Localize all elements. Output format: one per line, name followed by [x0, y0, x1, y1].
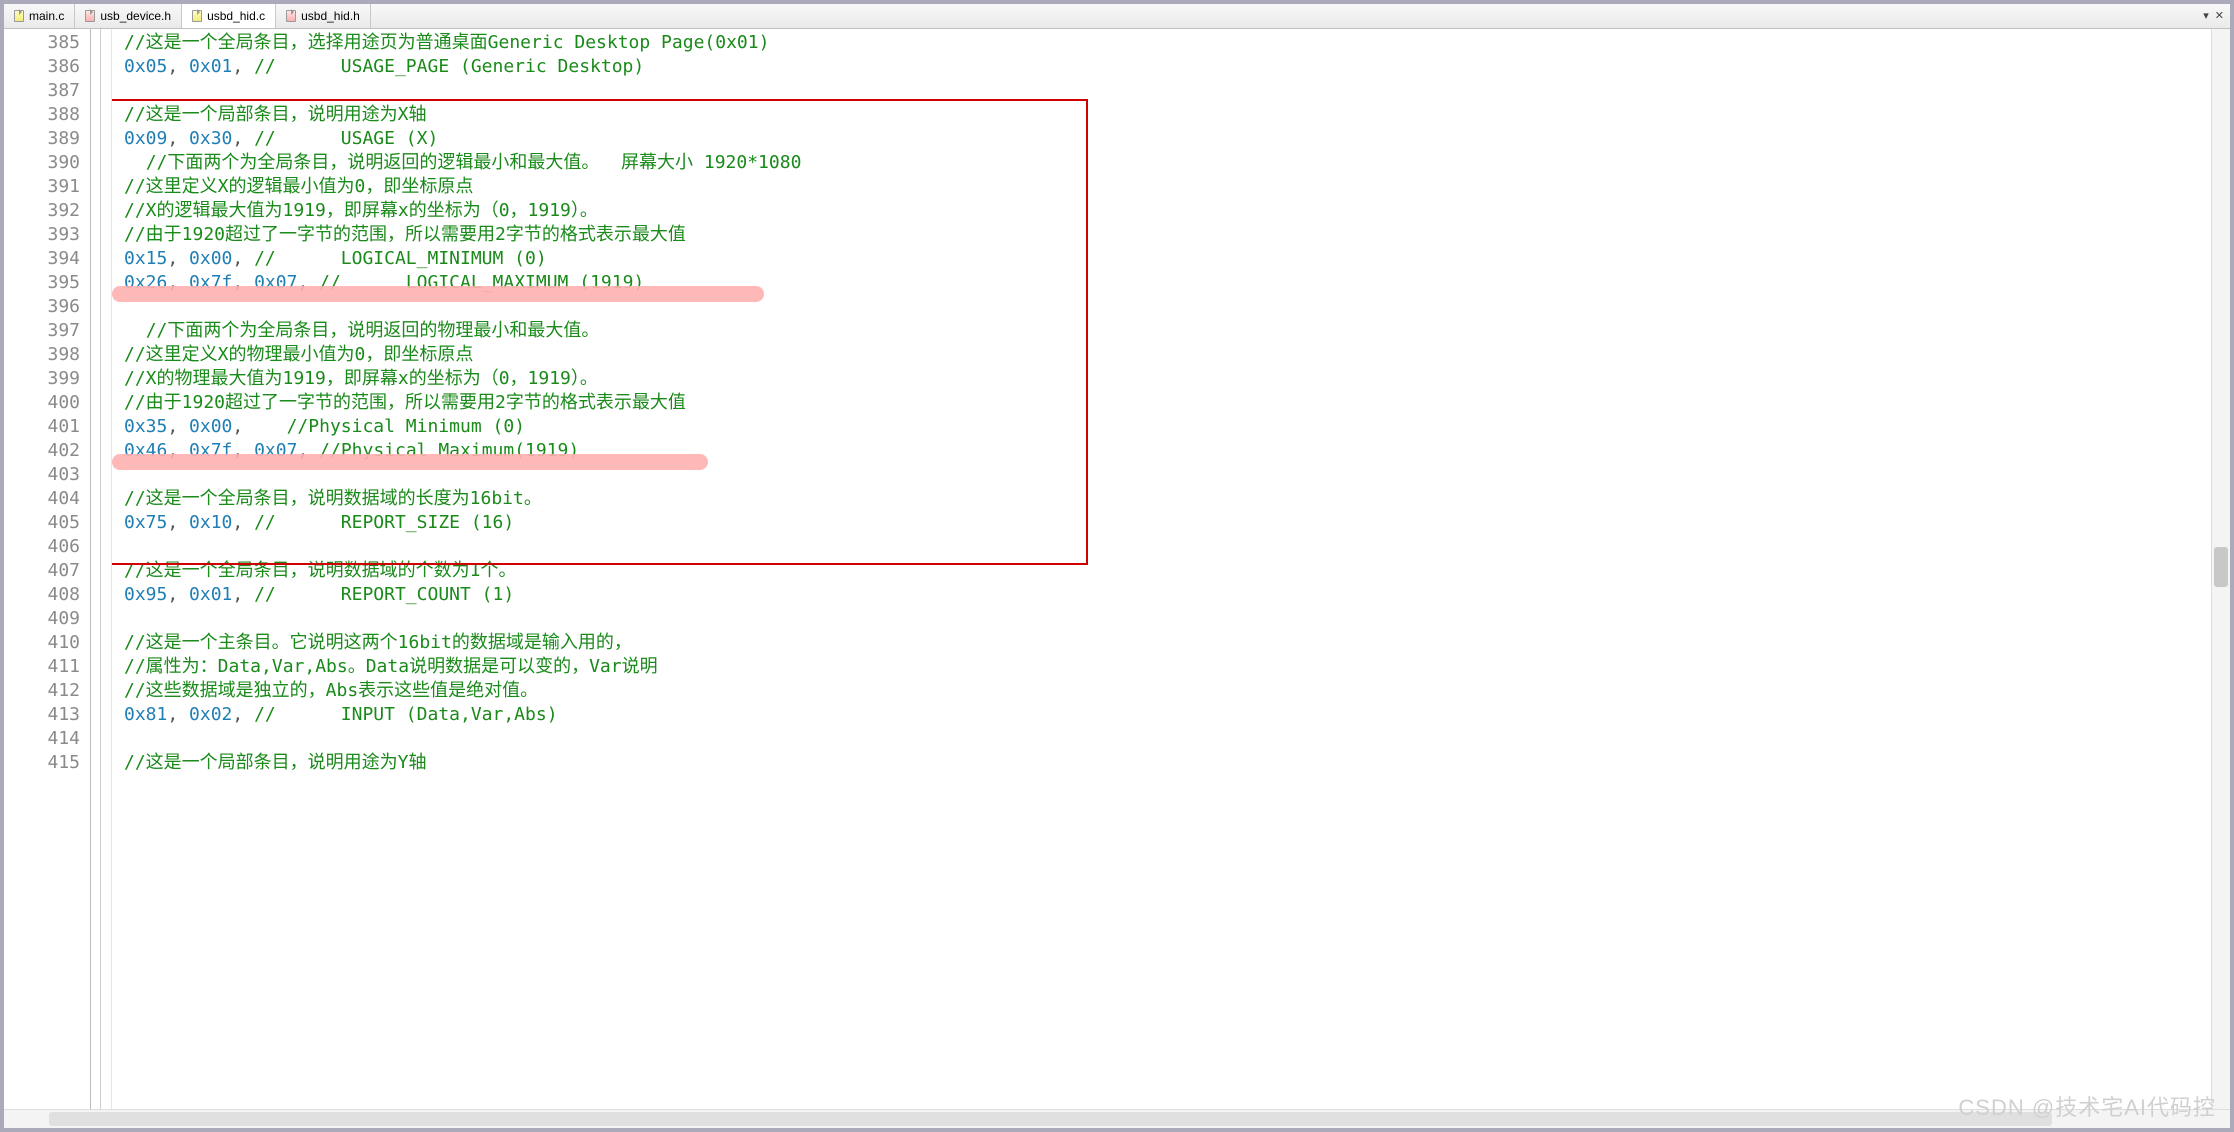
code-line[interactable]: //下面两个为全局条目，说明返回的逻辑最小和最大值。 屏幕大小 1920*108…	[124, 151, 2211, 175]
tab-label: usbd_hid.c	[207, 9, 265, 23]
scrollbar-thumb[interactable]	[49, 1112, 2052, 1126]
file-icon	[192, 10, 202, 22]
line-number: 413	[4, 703, 80, 727]
code-line[interactable]: 0x81, 0x02, // INPUT (Data,Var,Abs)	[124, 703, 2211, 727]
line-number: 415	[4, 751, 80, 775]
code-line[interactable]: 0x09, 0x30, // USAGE (X)	[124, 127, 2211, 151]
line-number: 391	[4, 175, 80, 199]
line-number: 389	[4, 127, 80, 151]
code-line[interactable]: //这些数据域是独立的，Abs表示这些值是绝对值。	[124, 679, 2211, 703]
code-line[interactable]	[124, 535, 2211, 559]
code-line[interactable]: 0x75, 0x10, // REPORT_SIZE (16)	[124, 511, 2211, 535]
line-number: 409	[4, 607, 80, 631]
line-number: 386	[4, 55, 80, 79]
line-number: 402	[4, 439, 80, 463]
code-line[interactable]: //这里定义X的逻辑最小值为0，即坐标原点	[124, 175, 2211, 199]
line-number: 399	[4, 367, 80, 391]
line-number: 404	[4, 487, 80, 511]
vertical-scrollbar[interactable]	[2211, 29, 2230, 1109]
line-number: 405	[4, 511, 80, 535]
code-line[interactable]: 0x26, 0x7f, 0x07, // LOGICAL_MAXIMUM (19…	[124, 271, 2211, 295]
pane-close-icon[interactable]: ✕	[2215, 11, 2224, 22]
tab-label: usbd_hid.h	[301, 9, 360, 23]
tab-bar: main.c usb_device.h usbd_hid.c usbd_hid.h ▾…	[4, 4, 2230, 29]
line-number: 390	[4, 151, 80, 175]
code-area[interactable]: //这是一个全局条目，选择用途页为普通桌面Generic Desktop Pag…	[112, 29, 2211, 1109]
line-number: 396	[4, 295, 80, 319]
code-line[interactable]: //X的物理最大值为1919，即屏幕x的坐标为（0，1919）。	[124, 367, 2211, 391]
file-icon	[286, 10, 296, 22]
code-line[interactable]: //由于1920超过了一字节的范围，所以需要用2字节的格式表示最大值	[124, 223, 2211, 247]
line-number: 401	[4, 415, 80, 439]
line-number: 408	[4, 583, 80, 607]
line-number-gutter: 3853863873883893903913923933943953963973…	[4, 29, 91, 1109]
code-line[interactable]	[124, 727, 2211, 751]
tab-usbd_hid-c[interactable]: usbd_hid.c	[182, 4, 276, 28]
code-line[interactable]: //这里定义X的物理最小值为0，即坐标原点	[124, 343, 2211, 367]
code-line[interactable]: //X的逻辑最大值为1919，即屏幕x的坐标为（0，1919）。	[124, 199, 2211, 223]
line-number: 398	[4, 343, 80, 367]
line-number: 387	[4, 79, 80, 103]
file-icon	[14, 10, 24, 22]
line-number: 412	[4, 679, 80, 703]
code-line[interactable]	[124, 463, 2211, 487]
code-line[interactable]	[124, 607, 2211, 631]
line-number: 400	[4, 391, 80, 415]
code-line[interactable]: 0x35, 0x00, //Physical Minimum (0)	[124, 415, 2211, 439]
editor-window: main.c usb_device.h usbd_hid.c usbd_hid.h ▾…	[0, 0, 2234, 1132]
code-line[interactable]: //这是一个局部条目，说明用途为X轴	[124, 103, 2211, 127]
line-number: 385	[4, 31, 80, 55]
code-line[interactable]	[124, 79, 2211, 103]
code-line[interactable]: //这是一个主条目。它说明这两个16bit的数据域是输入用的，	[124, 631, 2211, 655]
code-line[interactable]: //这是一个局部条目，说明用途为Y轴	[124, 751, 2211, 775]
line-number: 394	[4, 247, 80, 271]
tab-main-c[interactable]: main.c	[4, 4, 75, 28]
line-number: 393	[4, 223, 80, 247]
code-line[interactable]: 0x46, 0x7f, 0x07, //Physical Maximum(191…	[124, 439, 2211, 463]
tab-label: usb_device.h	[100, 9, 171, 23]
line-number: 395	[4, 271, 80, 295]
line-number: 392	[4, 199, 80, 223]
tab-label: main.c	[29, 9, 64, 23]
line-number: 388	[4, 103, 80, 127]
code-line[interactable]: //由于1920超过了一字节的范围，所以需要用2字节的格式表示最大值	[124, 391, 2211, 415]
line-number: 410	[4, 631, 80, 655]
pane-controls: ▾ ✕	[2203, 11, 2230, 22]
file-icon	[85, 10, 95, 22]
code-line[interactable]: //属性为：Data,Var,Abs。Data说明数据是可以变的，Var说明	[124, 655, 2211, 679]
code-line[interactable]: 0x15, 0x00, // LOGICAL_MINIMUM (0)	[124, 247, 2211, 271]
code-line[interactable]: //这是一个全局条目，说明数据域的长度为16bit。	[124, 487, 2211, 511]
line-number: 414	[4, 727, 80, 751]
code-editor[interactable]: 3853863873883893903913923933943953963973…	[4, 29, 2230, 1109]
code-line[interactable]: //这是一个全局条目，说明数据域的个数为1个。	[124, 559, 2211, 583]
horizontal-scrollbar[interactable]	[4, 1109, 2230, 1128]
scrollbar-thumb[interactable]	[2214, 547, 2228, 587]
code-line[interactable]: //这是一个全局条目，选择用途页为普通桌面Generic Desktop Pag…	[124, 31, 2211, 55]
code-line[interactable]	[124, 295, 2211, 319]
line-number: 411	[4, 655, 80, 679]
tab-usbd_hid-h[interactable]: usbd_hid.h	[276, 4, 371, 28]
code-line[interactable]: //下面两个为全局条目，说明返回的物理最小和最大值。	[124, 319, 2211, 343]
tab-usb_device-h[interactable]: usb_device.h	[75, 4, 182, 28]
code-line[interactable]: 0x05, 0x01, // USAGE_PAGE (Generic Deskt…	[124, 55, 2211, 79]
line-number: 406	[4, 535, 80, 559]
line-number: 403	[4, 463, 80, 487]
line-number: 407	[4, 559, 80, 583]
fold-bar[interactable]	[91, 29, 112, 1109]
pane-dropdown-icon[interactable]: ▾	[2203, 11, 2209, 22]
code-line[interactable]: 0x95, 0x01, // REPORT_COUNT (1)	[124, 583, 2211, 607]
line-number: 397	[4, 319, 80, 343]
